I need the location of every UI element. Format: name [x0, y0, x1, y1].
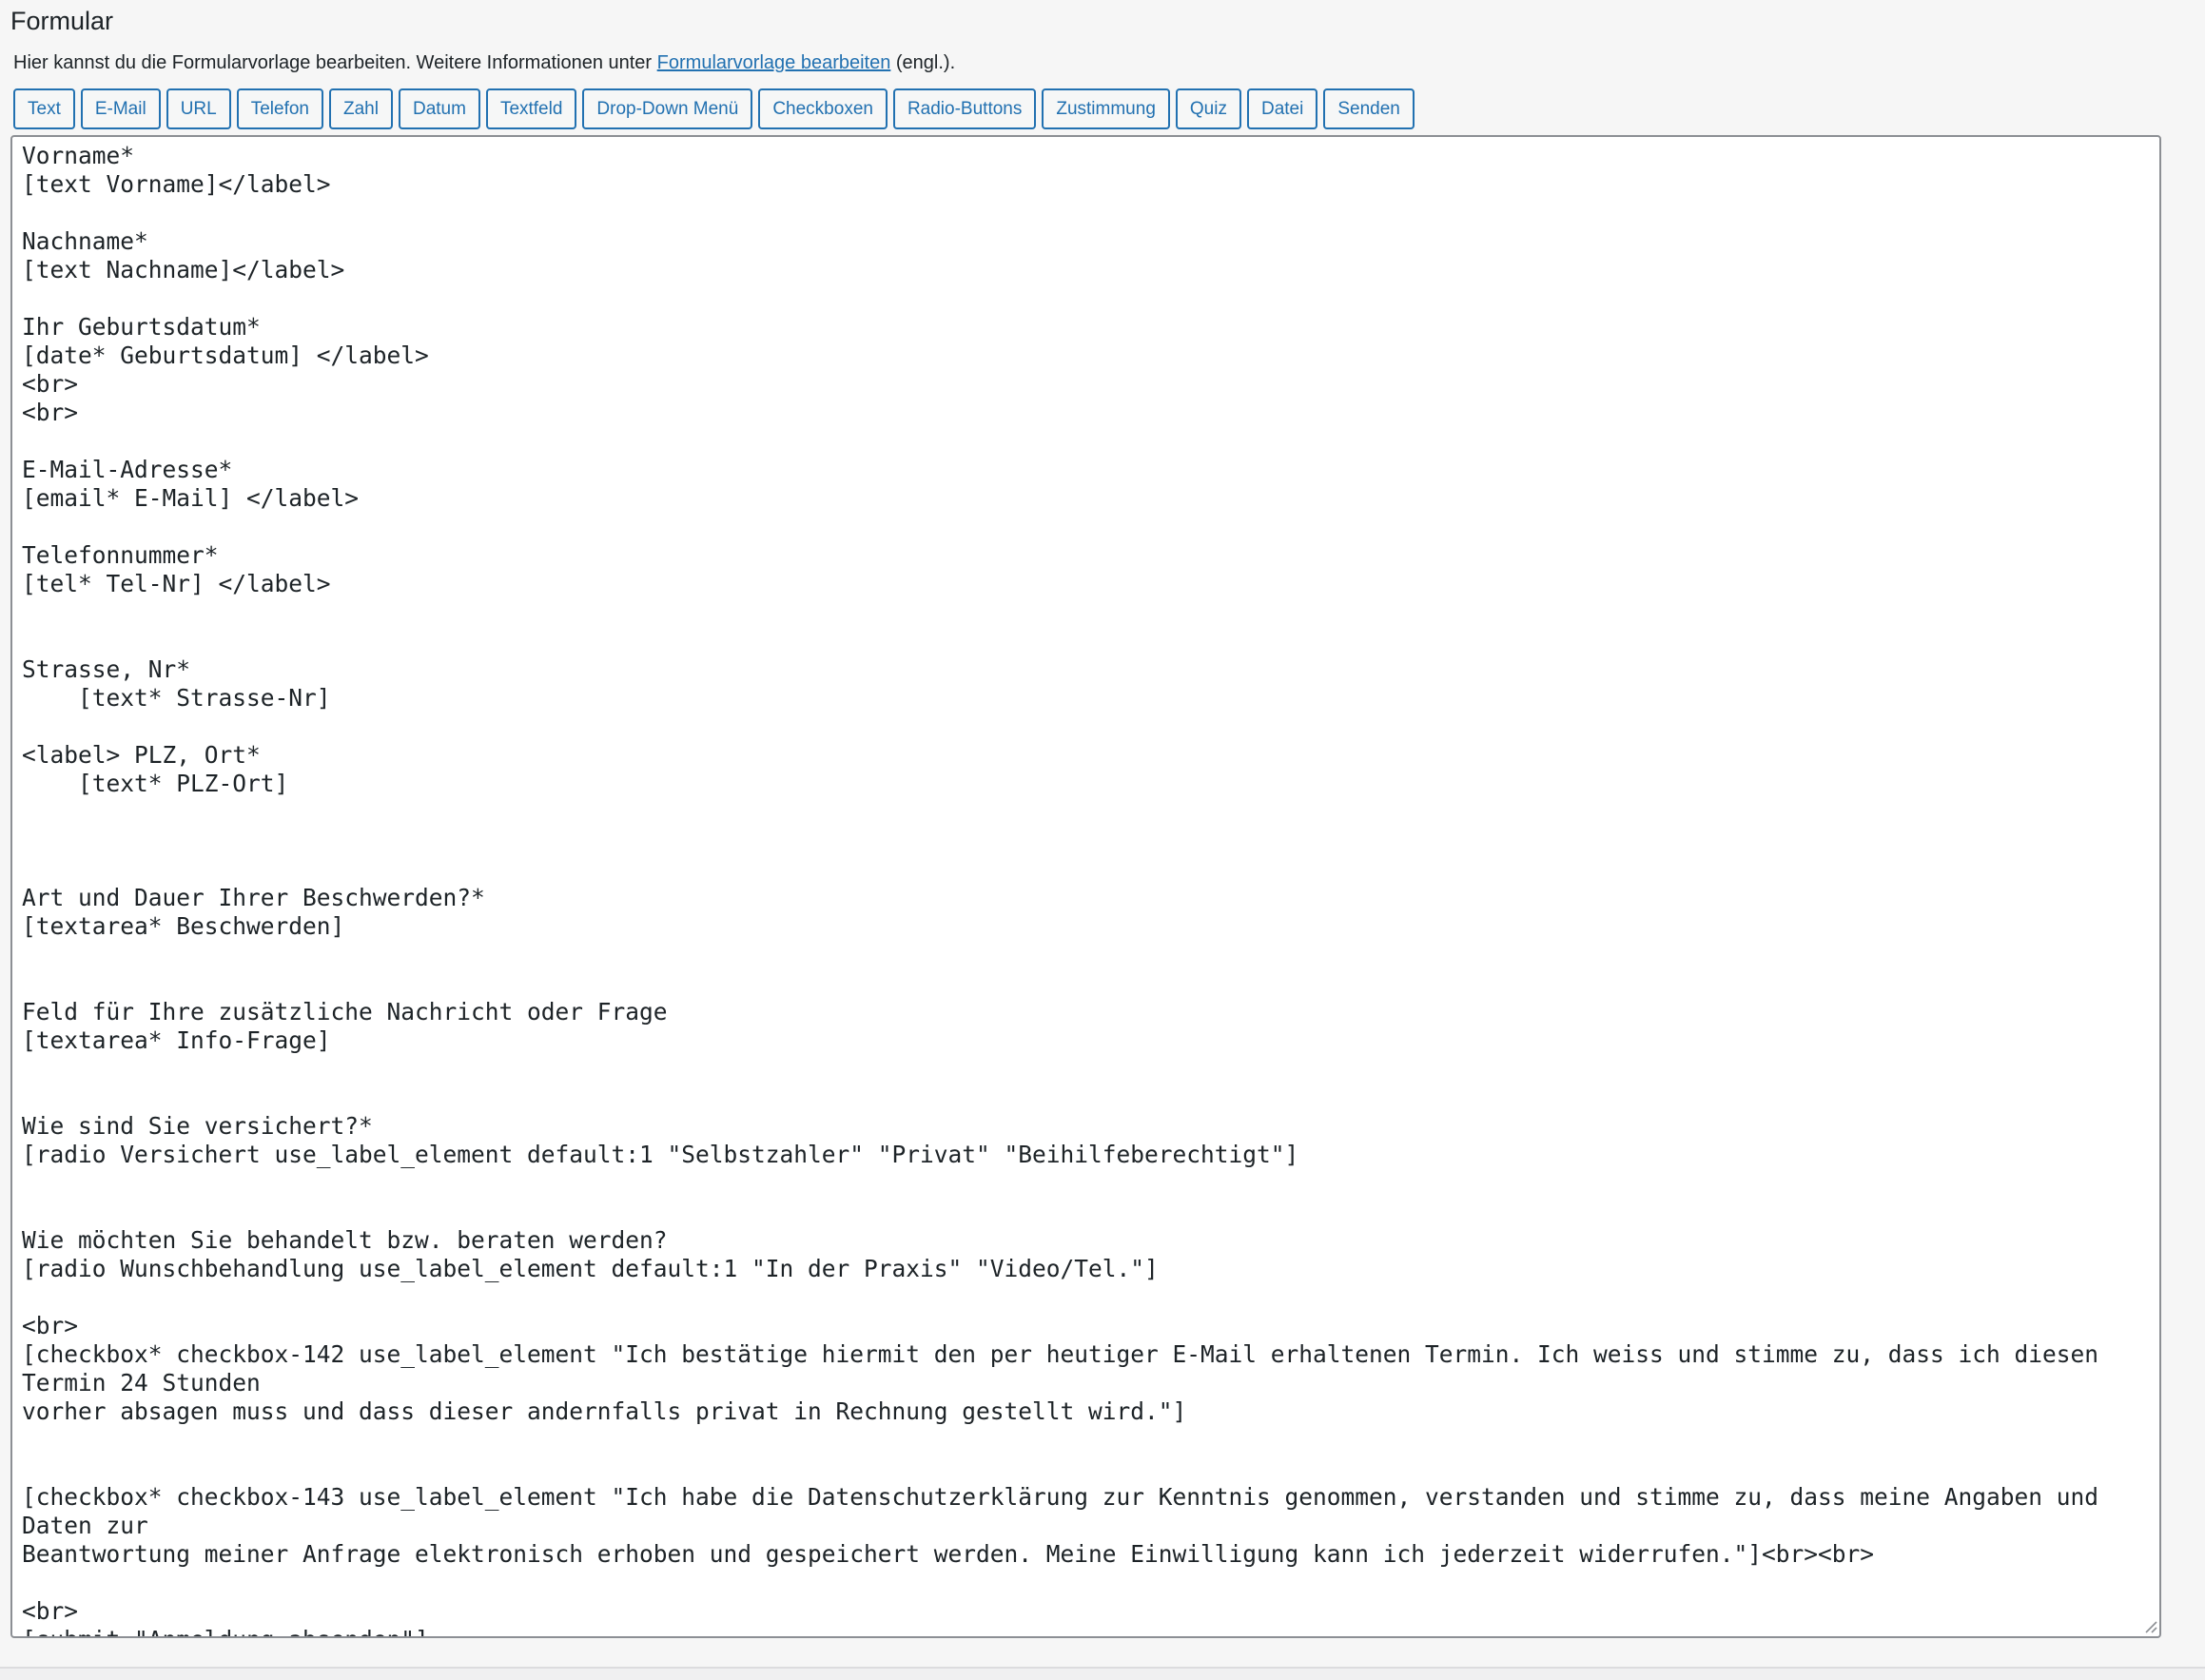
tag-button-email[interactable]: E-Mail	[80, 88, 161, 129]
tag-button-text[interactable]: Text	[13, 88, 75, 129]
tag-generator-toolbar: Text E-Mail URL Telefon Zahl Datum Textf…	[13, 88, 1415, 130]
section-divider	[0, 1667, 2205, 1680]
tag-button-textfeld[interactable]: Textfeld	[485, 88, 577, 129]
help-text-prefix: Hier kannst du die Formularvorlage bearb…	[13, 52, 657, 73]
tag-button-url[interactable]: URL	[166, 88, 231, 129]
tag-button-datum[interactable]: Datum	[398, 88, 480, 129]
tag-button-radio[interactable]: Radio-Buttons	[892, 88, 1037, 129]
tag-button-datei[interactable]: Datei	[1246, 88, 1318, 129]
tag-button-senden[interactable]: Senden	[1323, 88, 1415, 129]
help-link[interactable]: Formularvorlage bearbeiten	[657, 52, 891, 73]
help-text-suffix: (engl.).	[890, 52, 956, 73]
form-template-editor[interactable]: Vorname* [text Vorname]</label> Nachname…	[10, 135, 2161, 1638]
tag-button-zahl[interactable]: Zahl	[329, 88, 393, 129]
resize-handle-icon[interactable]	[2143, 1619, 2158, 1634]
tag-button-zustimmung[interactable]: Zustimmung	[1042, 88, 1170, 129]
tag-button-telefon[interactable]: Telefon	[236, 88, 323, 129]
help-text: Hier kannst du die Formularvorlage bearb…	[13, 49, 955, 76]
panel-title: Formular	[10, 7, 114, 35]
tag-button-dropdown[interactable]: Drop-Down Menü	[582, 88, 753, 129]
tag-button-checkboxen[interactable]: Checkboxen	[758, 88, 888, 129]
tag-button-quiz[interactable]: Quiz	[1175, 88, 1241, 129]
